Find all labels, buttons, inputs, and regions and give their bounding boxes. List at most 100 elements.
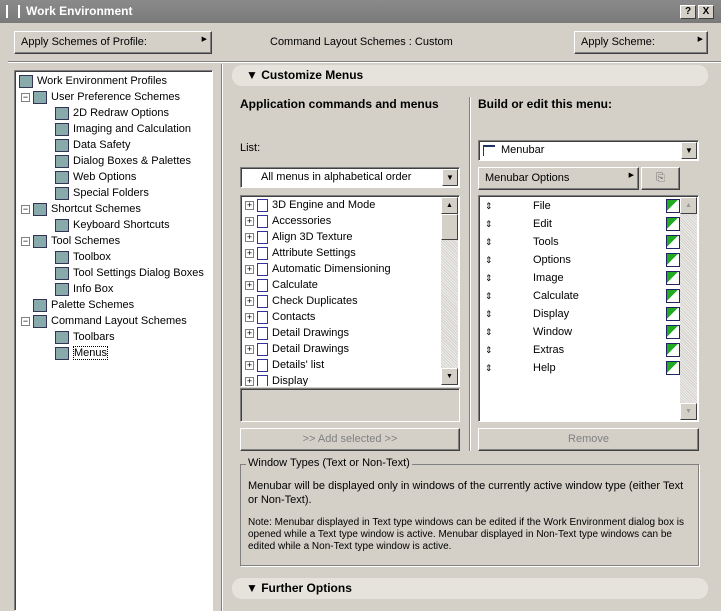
edit-menu-icon[interactable]: [666, 253, 680, 267]
tree-item[interactable]: 2D Redraw Options: [55, 105, 169, 121]
command-item[interactable]: + Accessories: [245, 213, 331, 229]
drag-handle-icon[interactable]: ⇕: [485, 291, 493, 301]
menu-item[interactable]: ⇕ Window: [485, 323, 680, 341]
command-item[interactable]: + Detail Drawings: [245, 341, 349, 357]
tree-item[interactable]: Dialog Boxes & Palettes: [55, 153, 191, 169]
tree-item[interactable]: − Command Layout Schemes: [21, 313, 187, 329]
drag-handle-icon[interactable]: ⇕: [485, 363, 493, 373]
command-item[interactable]: + Calculate: [245, 277, 318, 293]
tree-item[interactable]: Work Environment Profiles: [19, 73, 167, 89]
drag-handle-icon[interactable]: ⇕: [485, 237, 493, 247]
drag-handle-icon[interactable]: ⇕: [485, 327, 493, 337]
menu-item[interactable]: ⇕ Tools: [485, 233, 680, 251]
expand-icon[interactable]: +: [245, 344, 254, 354]
expand-icon[interactable]: +: [245, 328, 254, 338]
tree-item[interactable]: − User Preference Schemes: [21, 89, 180, 105]
command-item[interactable]: +3D Engine and Mode: [245, 197, 375, 213]
command-item[interactable]: + Display: [245, 373, 308, 386]
expand-icon[interactable]: +: [245, 216, 254, 226]
drag-handle-icon[interactable]: ⇕: [485, 219, 493, 229]
collapse-icon[interactable]: −: [21, 92, 30, 102]
menu-item[interactable]: ⇕ Edit: [485, 215, 680, 233]
drag-handle-icon[interactable]: ⇕: [485, 255, 493, 265]
expand-icon[interactable]: +: [245, 312, 254, 322]
drag-handle-icon[interactable]: ⇕: [485, 345, 493, 355]
drag-handle-icon[interactable]: ⇕: [485, 273, 493, 283]
tree-item[interactable]: Data Safety: [55, 137, 130, 153]
export-menu-button[interactable]: ⎘: [641, 167, 680, 190]
edit-menu-icon[interactable]: [666, 271, 680, 285]
menu-item[interactable]: ⇕ Help: [485, 359, 680, 377]
scroll-down-icon[interactable]: ▼: [441, 368, 458, 385]
scrollbar[interactable]: ▲ ▼: [680, 197, 697, 420]
scroll-thumb[interactable]: [441, 214, 458, 240]
tree-item[interactable]: Imaging and Calculation: [55, 121, 191, 137]
collapse-icon[interactable]: −: [21, 316, 30, 326]
command-item[interactable]: + Contacts: [245, 309, 315, 325]
expand-icon[interactable]: +: [245, 296, 254, 306]
menu-item[interactable]: ⇕ Options: [485, 251, 680, 269]
edit-menu-icon[interactable]: [666, 307, 680, 321]
edit-menu-icon[interactable]: [666, 289, 680, 303]
collapse-icon[interactable]: −: [21, 236, 30, 246]
help-button[interactable]: ?: [680, 5, 696, 19]
menu-item[interactable]: ⇕ Image: [485, 269, 680, 287]
tree-item[interactable]: Keyboard Shortcuts: [55, 217, 170, 233]
tree-item[interactable]: Toolbars: [55, 329, 115, 345]
apply-schemes-of-profile-button[interactable]: Apply Schemes of Profile: ▶: [14, 31, 212, 54]
scroll-down-icon[interactable]: ▼: [680, 403, 697, 420]
command-item[interactable]: + Detail Drawings: [245, 325, 349, 341]
chevron-down-icon[interactable]: ▼: [681, 142, 697, 159]
tree-item[interactable]: Palette Schemes: [21, 297, 134, 313]
expand-icon[interactable]: +: [245, 200, 254, 210]
remove-button[interactable]: Remove: [478, 428, 699, 451]
command-item[interactable]: + Automatic Dimensioning: [245, 261, 391, 277]
menu-items-list[interactable]: ▲ ▼ ⇕ File ⇕ Edit ⇕ Tools ⇕ Options ⇕ Image ⇕ Calcula…: [478, 195, 699, 422]
collapse-icon[interactable]: −: [21, 204, 30, 214]
tree-item[interactable]: Web Options: [55, 169, 136, 185]
edit-menu-icon[interactable]: [666, 325, 680, 339]
expand-icon[interactable]: +: [245, 248, 254, 258]
tree-item[interactable]: Info Box: [55, 281, 113, 297]
list-dropdown[interactable]: All menus in alphabetical order ▼: [240, 167, 460, 188]
expand-icon[interactable]: +: [245, 376, 254, 386]
expand-icon[interactable]: +: [245, 360, 254, 370]
menu-item[interactable]: ⇕ File: [485, 197, 680, 215]
profile-tree[interactable]: Work Environment Profiles − User Preferenc…: [14, 70, 213, 611]
add-selected-button[interactable]: >> Add selected >>: [240, 428, 460, 451]
menu-item[interactable]: ⇕ Display: [485, 305, 680, 323]
command-item[interactable]: + Details' list: [245, 357, 324, 373]
splitter[interactable]: [221, 64, 223, 611]
menu-item[interactable]: ⇕ Calculate: [485, 287, 680, 305]
tree-item[interactable]: Menus: [55, 345, 109, 361]
tree-item[interactable]: Toolbox: [55, 249, 111, 265]
scroll-up-icon[interactable]: ▲: [680, 197, 697, 214]
scrollbar[interactable]: ▲ ▼: [441, 197, 458, 385]
menu-dropdown[interactable]: Menubar ▼: [478, 140, 699, 161]
tree-item[interactable]: Special Folders: [55, 185, 149, 201]
tree-item[interactable]: − Tool Schemes: [21, 233, 120, 249]
command-item[interactable]: + Align 3D Texture: [245, 229, 353, 245]
drag-handle-icon[interactable]: ⇕: [485, 309, 493, 319]
tree-item[interactable]: − Shortcut Schemes: [21, 201, 141, 217]
edit-menu-icon[interactable]: [666, 361, 680, 375]
tree-item[interactable]: Tool Settings Dialog Boxes: [55, 265, 204, 281]
expand-icon[interactable]: +: [245, 232, 254, 242]
expand-icon[interactable]: +: [245, 264, 254, 274]
edit-menu-icon[interactable]: [666, 343, 680, 357]
edit-menu-icon[interactable]: [666, 199, 680, 213]
apply-scheme-button[interactable]: Apply Scheme: ▶: [574, 31, 708, 54]
command-item[interactable]: + Check Duplicates: [245, 293, 358, 309]
commands-list[interactable]: ▲ ▼ +3D Engine and Mode + Accessories + Align …: [240, 195, 460, 387]
close-button[interactable]: X: [698, 5, 714, 19]
menu-item[interactable]: ⇕ Extras: [485, 341, 680, 359]
edit-menu-icon[interactable]: [666, 235, 680, 249]
menubar-options-button[interactable]: Menubar Options ▶: [478, 167, 639, 190]
customize-menus-header[interactable]: ▼ Customize Menus: [232, 65, 708, 86]
command-item[interactable]: + Attribute Settings: [245, 245, 356, 261]
drag-handle-icon[interactable]: ⇕: [485, 201, 493, 211]
edit-menu-icon[interactable]: [666, 217, 680, 231]
expand-icon[interactable]: +: [245, 280, 254, 290]
chevron-down-icon[interactable]: ▼: [442, 169, 458, 186]
further-options-header[interactable]: ▼ Further Options: [232, 578, 708, 599]
